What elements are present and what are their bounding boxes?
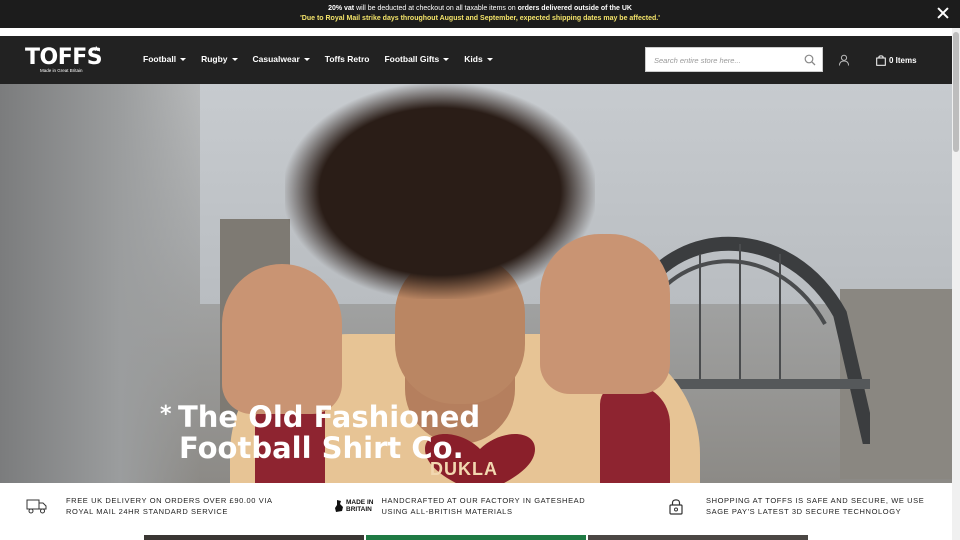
usp-delivery: FREE UK DELIVERY ON ORDERS OVER £90.00 V… [26,491,273,521]
hero-hand [540,234,670,394]
usp-secure: SHOPPING AT TOFFS IS SAFE AND SECURE, WE… [669,491,924,521]
search-icon[interactable] [804,54,816,66]
usp-secure-line-2: SAGE PAY'S LATEST 3D SECURE TECHNOLOGY [706,507,902,516]
usp-secure-line-1: SHOPPING AT TOFFS IS SAFE AND SECURE, WE… [706,496,925,505]
main-nav: Football Rugby Casualwear Toffs Retro Fo… [143,54,508,64]
vat-notice-text: will be deducted at checkout on all taxa… [354,5,518,12]
site-header: TOFFS * Made in Great Britain Football R… [0,36,952,84]
thumbnail[interactable] [588,535,808,540]
made-in-britain-icon: MADE IN BRITAIN [334,499,373,513]
chevron-down-icon [303,57,310,61]
close-icon[interactable] [936,6,950,20]
chevron-down-icon [486,57,493,61]
scrollbar-thumb[interactable] [953,32,959,152]
nav-item-football[interactable]: Football [143,54,187,64]
usp-handcrafted-line-1: HANDCRAFTED AT OUR FACTORY IN GATESHEAD [381,496,586,505]
logo-wordmark: TOFFS [25,45,103,70]
hero-banner[interactable]: DUKLA * The Old Fashioned Football Shirt… [0,84,952,483]
shopping-bag-icon [876,54,886,66]
badge-made-in: MADE IN [346,499,374,506]
padlock-icon [669,498,683,515]
vat-notice-bold: 20% vat [328,5,355,12]
usp-delivery-line-1: FREE UK DELIVERY ON ORDERS OVER £90.00 V… [66,496,273,505]
royal-mail-notice: 'Due to Royal Mail strike days throughou… [300,15,660,22]
headline-line-1: The Old Fashioned [178,400,481,434]
logo-tagline: Made in Great Britain [40,68,83,73]
hero-sleeve [600,384,670,483]
usp-handcrafted-line-2: USING ALL-BRITISH MATERIALS [381,507,513,516]
headline-line-2: Football Shirt Co. [179,431,464,465]
usp-delivery-line-2: ROYAL MAIL 24HR STANDARD SERVICE [66,507,229,516]
product-thumbnails [144,535,808,540]
thumbnail[interactable] [366,535,586,540]
britain-map-icon [335,500,343,512]
nav-item-toffs-retro[interactable]: Toffs Retro [325,54,370,64]
divider [0,28,952,36]
logo-star: * [94,44,99,58]
nav-label: Rugby [201,54,228,64]
nav-label: Football [143,54,177,64]
nav-item-casualwear[interactable]: Casualwear [253,54,310,64]
usp-strip: FREE UK DELIVERY ON ORDERS OVER £90.00 V… [0,483,952,535]
nav-item-kids[interactable]: Kids [464,54,493,64]
search-input[interactable] [654,53,804,67]
page-scrollbar[interactable] [952,28,960,540]
search-box [645,47,823,72]
announcement-bar: 20% vat will be deducted at checkout on … [0,0,960,28]
nav-item-football-gifts[interactable]: Football Gifts [384,54,450,64]
chevron-down-icon [231,57,238,61]
nav-label: Kids [464,54,483,64]
hero-hand [222,264,342,414]
usp-handcrafted: MADE IN BRITAIN HANDCRAFTED AT OUR FACTO… [334,491,585,521]
vat-notice: 20% vat will be deducted at checkout on … [0,4,960,13]
nav-label: Football Gifts [384,54,440,64]
nav-label: Toffs Retro [324,54,370,64]
nav-label: Casualwear [252,54,300,64]
cart-count: 0 Items [889,55,917,65]
delivery-truck-icon [26,499,47,514]
headline-asterisk: * [160,402,172,427]
chevron-down-icon [443,57,450,61]
nav-item-rugby[interactable]: Rugby [201,54,238,64]
account-icon[interactable] [838,54,850,66]
vat-notice-bold-2: orders delivered outside of the UK [517,5,632,12]
badge-britain: BRITAIN [346,506,372,513]
logo[interactable]: TOFFS * Made in Great Britain [25,44,105,75]
thumbnail[interactable] [144,535,364,540]
chevron-down-icon [180,57,187,61]
cart-button[interactable]: 0 Items [876,54,917,66]
